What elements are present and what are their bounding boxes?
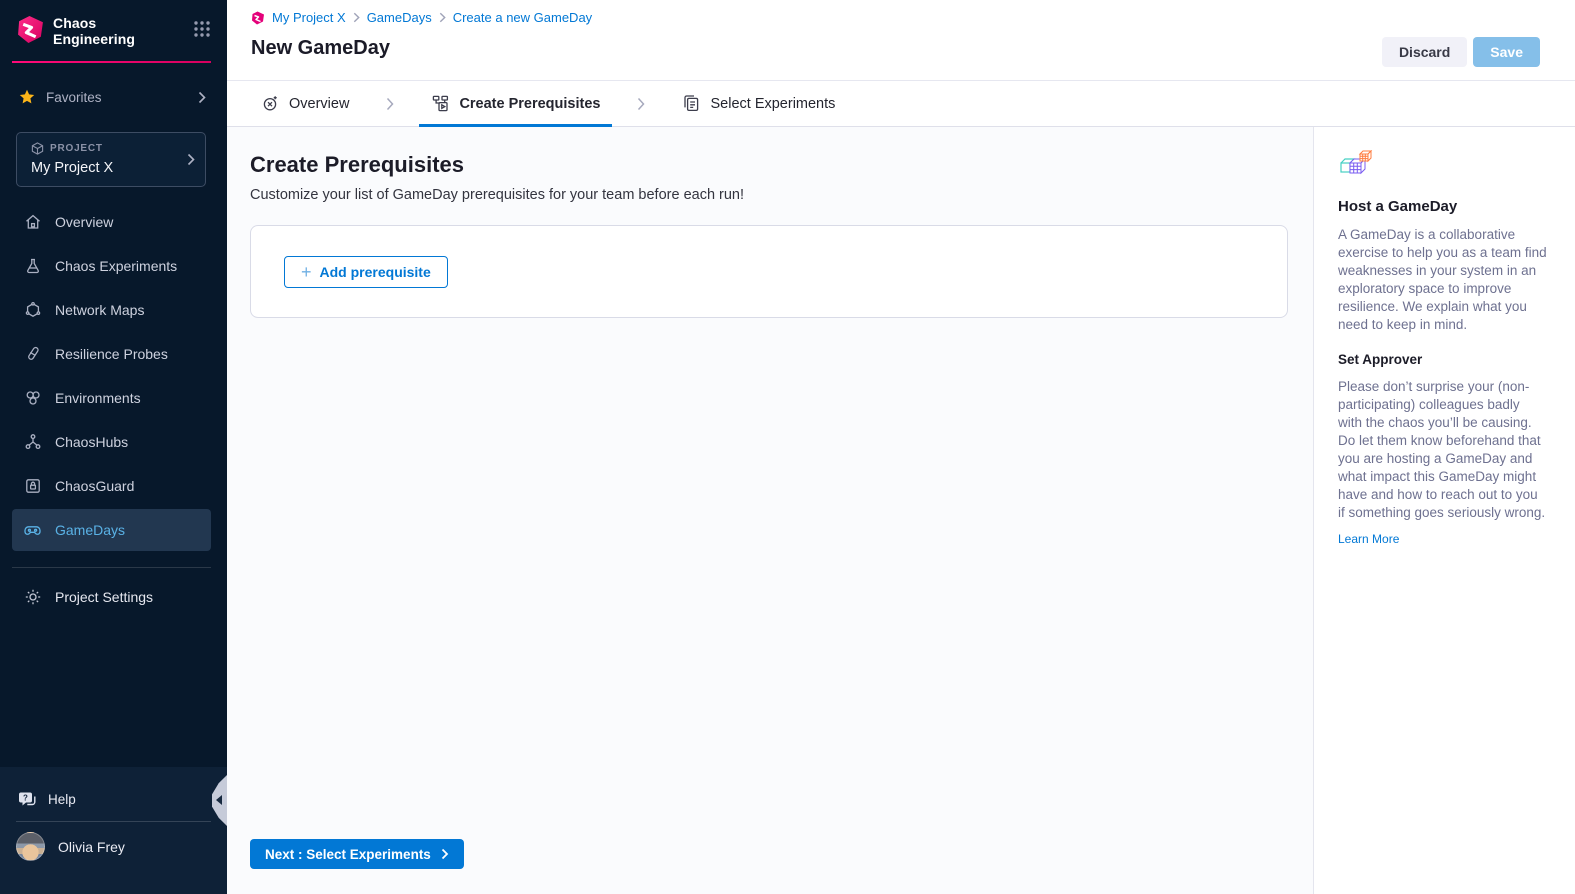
sidebar-item-chaosguard[interactable]: ChaosGuard [12, 465, 211, 507]
prerequisites-card: + Add prerequisite [250, 225, 1288, 318]
project-label: PROJECT [50, 143, 103, 154]
favorites-row[interactable]: Favorites [16, 84, 211, 110]
chevron-right-icon [439, 12, 446, 23]
project-cube-icon [31, 142, 44, 155]
help-button[interactable]: ? Help [0, 767, 227, 813]
brand-name: Chaos Engineering [53, 15, 135, 47]
sidebar-item-overview[interactable]: Overview [12, 201, 211, 243]
sidebar-footer: ? Help Olivia Frey [0, 767, 227, 894]
sidebar-item-label: Project Settings [55, 589, 153, 605]
chaoshubs-icon [23, 433, 42, 452]
plus-icon: + [301, 263, 312, 281]
learn-more-link[interactable]: Learn More [1338, 532, 1399, 546]
tab-create-prerequisites[interactable]: Create Prerequisites [428, 81, 603, 126]
overview-tab-icon [261, 94, 280, 113]
experiments-tab-icon [682, 94, 701, 113]
save-button[interactable]: Save [1473, 37, 1540, 67]
app-window: Chaos Engineering Favorites [0, 0, 1575, 894]
sidebar-item-label: Environments [55, 390, 141, 406]
page-header: My Project X GameDays Create a new GameD… [227, 0, 1575, 81]
user-name: Olivia Frey [58, 839, 125, 855]
next-select-experiments-button[interactable]: Next : Select Experiments [250, 839, 464, 869]
sidebar-item-label: Overview [55, 214, 113, 230]
sidebar: Chaos Engineering Favorites [0, 0, 227, 894]
brand-row: Chaos Engineering [0, 0, 227, 47]
tab-label: Select Experiments [710, 96, 835, 112]
network-maps-icon [23, 301, 42, 320]
tab-overview[interactable]: Overview [258, 81, 352, 126]
app-switcher-grid-icon[interactable] [193, 20, 211, 38]
brand-divider [12, 61, 211, 63]
chevron-right-icon [353, 12, 360, 23]
help-label: Help [48, 792, 76, 807]
sidebar-item-chaoshubs[interactable]: ChaosHubs [12, 421, 211, 463]
project-name: My Project X [31, 160, 187, 176]
section-heading: Create Prerequisites [227, 127, 1313, 178]
breadcrumb: My Project X GameDays Create a new GameD… [227, 0, 1575, 25]
chevron-right-icon [441, 848, 449, 860]
help-panel-title: Host a GameDay [1338, 198, 1547, 215]
sidebar-item-network-maps[interactable]: Network Maps [12, 289, 211, 331]
tab-select-experiments[interactable]: Select Experiments [679, 81, 838, 126]
header-actions: Discard Save [1382, 37, 1540, 67]
sidebar-item-label: ChaosGuard [55, 478, 134, 494]
breadcrumb-project-link[interactable]: My Project X [272, 10, 346, 25]
project-selector[interactable]: PROJECT My Project X [16, 132, 206, 187]
section-subheading: Customize your list of GameDay prerequis… [227, 178, 1313, 203]
chevron-right-icon [637, 97, 645, 111]
help-panel-section-body: Please don’t surprise your (non-particip… [1338, 378, 1547, 522]
tab-label: Overview [289, 96, 349, 112]
breadcrumb-create-link[interactable]: Create a new GameDay [453, 10, 592, 25]
environments-icon [23, 389, 42, 408]
next-button-label: Next : Select Experiments [265, 847, 431, 862]
sidebar-item-label: Network Maps [55, 302, 144, 318]
help-panel-section-title: Set Approver [1338, 352, 1547, 367]
help-chat-icon: ? [18, 791, 37, 808]
sidebar-item-label: GameDays [55, 522, 125, 538]
sidebar-nav: Overview Chaos Experiments Network Maps … [0, 201, 227, 551]
star-icon [19, 89, 35, 105]
home-icon [23, 213, 42, 232]
favorites-label: Favorites [46, 90, 102, 105]
chaos-engineering-logo-icon [16, 15, 45, 44]
gamepad-icon [23, 521, 42, 540]
main-content: Create Prerequisites Customize your list… [227, 127, 1313, 894]
gear-icon [23, 588, 42, 607]
chaosguard-icon [23, 477, 42, 496]
sidebar-divider [12, 567, 211, 568]
avatar [16, 832, 45, 861]
prerequisites-tab-icon [431, 94, 450, 113]
sidebar-item-resilience-probes[interactable]: Resilience Probes [12, 333, 211, 375]
probe-icon [23, 345, 42, 364]
page-title: New GameDay [227, 25, 1575, 60]
help-panel-intro: A GameDay is a collaborative exercise to… [1338, 226, 1547, 334]
chevron-right-icon [386, 97, 394, 111]
breadcrumb-gamedays-link[interactable]: GameDays [367, 10, 432, 25]
chevron-right-icon [198, 91, 206, 104]
sidebar-item-chaos-experiments[interactable]: Chaos Experiments [12, 245, 211, 287]
cubes-illustration-icon [1338, 150, 1374, 184]
wizard-tabbar: Overview Create Prerequisites Select Exp… [227, 81, 1575, 127]
sidebar-item-label: Resilience Probes [55, 346, 168, 362]
add-prerequisite-label: Add prerequisite [320, 264, 431, 280]
sidebar-item-gamedays[interactable]: GameDays [12, 509, 211, 551]
tab-label: Create Prerequisites [459, 96, 600, 112]
sidebar-item-label: Chaos Experiments [55, 258, 177, 274]
harness-mini-logo-icon [251, 11, 265, 25]
user-profile[interactable]: Olivia Frey [0, 822, 227, 861]
sidebar-item-label: ChaosHubs [55, 434, 128, 450]
flask-icon [23, 257, 42, 276]
add-prerequisite-button[interactable]: + Add prerequisite [284, 256, 448, 288]
sidebar-item-project-settings[interactable]: Project Settings [12, 576, 211, 618]
help-panel: Host a GameDay A GameDay is a collaborat… [1313, 127, 1575, 894]
sidebar-item-environments[interactable]: Environments [12, 377, 211, 419]
discard-button[interactable]: Discard [1382, 37, 1467, 67]
chevron-right-icon [187, 153, 195, 166]
svg-text:?: ? [23, 793, 28, 802]
